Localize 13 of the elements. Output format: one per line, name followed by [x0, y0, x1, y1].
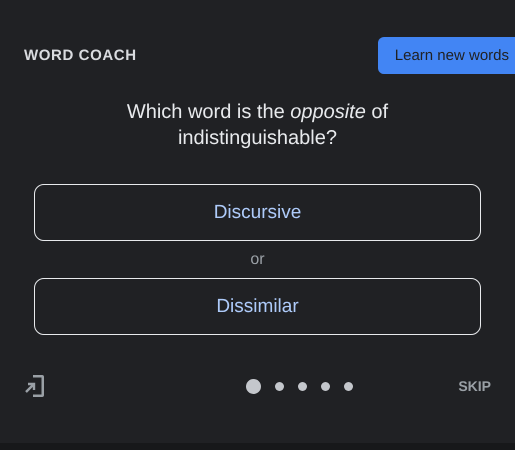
- question-text: Which word is the opposite of indistinguishable?: [126, 100, 390, 151]
- answer-option[interactable]: Dissimilar: [34, 278, 481, 335]
- learn-button[interactable]: Learn new words: [378, 37, 515, 74]
- skip-button[interactable]: SKIP: [452, 377, 497, 395]
- page-dot[interactable]: [298, 382, 307, 390]
- separator-text: or: [250, 251, 265, 269]
- page-dot[interactable]: [274, 382, 284, 390]
- card-title: WORD COACH: [24, 47, 137, 64]
- page-dot[interactable]: [320, 382, 330, 390]
- page-dot[interactable]: [246, 378, 261, 394]
- answer-option[interactable]: Discursive: [34, 184, 481, 241]
- page-dot[interactable]: [344, 382, 353, 390]
- share-icon[interactable]: [24, 373, 46, 399]
